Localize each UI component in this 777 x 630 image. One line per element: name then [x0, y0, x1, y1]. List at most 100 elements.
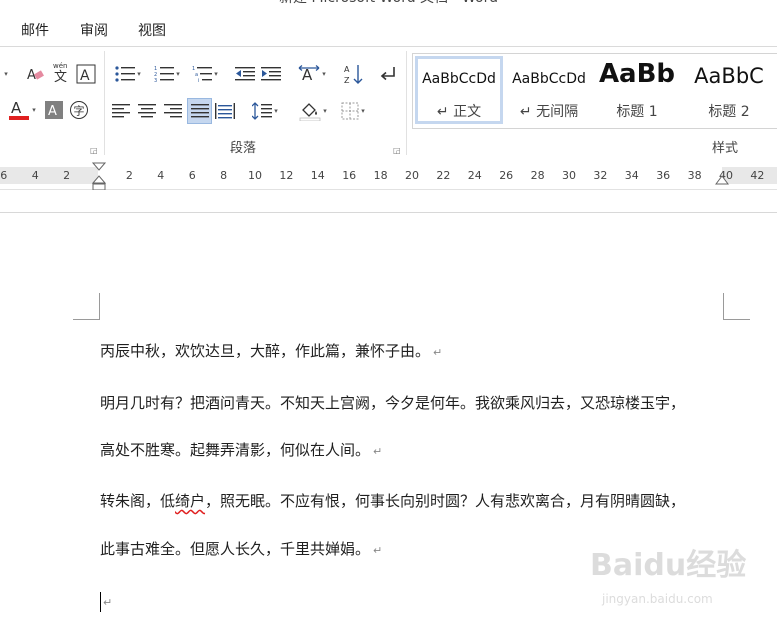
- text-line[interactable]: 此事古难全。但愿人长久，千里共婵娟。 ↵: [100, 539, 382, 561]
- svg-text:A: A: [48, 104, 57, 119]
- styles-group-label: 样式: [712, 141, 739, 156]
- ruler-number: 16: [342, 169, 357, 182]
- ruler-spacer: [0, 190, 777, 213]
- style-heading-1-sample: AaBb: [598, 59, 676, 89]
- text-direction-icon[interactable]: A ▾: [295, 61, 329, 87]
- svg-text:A: A: [344, 65, 350, 74]
- svg-text:A: A: [302, 66, 313, 84]
- ruler-number: 36: [656, 169, 671, 182]
- decrease-indent-icon[interactable]: [234, 63, 256, 85]
- line-text: ，照无眠。不应有恨，何事长向别时圆？人有悲欢离合，月有阴晴圆缺，: [205, 492, 686, 510]
- clear-formatting-icon[interactable]: A: [24, 63, 46, 85]
- ruler-number: 14: [310, 169, 325, 182]
- font-dialog-launcher-icon[interactable]: ◲: [90, 147, 98, 155]
- ruler-number: 4: [31, 169, 39, 182]
- paragraph-group-label: 段落: [230, 141, 257, 156]
- ribbon-tabs: 邮件 审阅 视图: [0, 18, 777, 44]
- svg-text:A: A: [80, 68, 90, 84]
- align-center-icon[interactable]: [136, 100, 158, 122]
- ruler-number: 18: [373, 169, 388, 182]
- group-separator: [104, 51, 105, 155]
- style-no-spacing[interactable]: AaBbCcDd ↵ 无间隔: [505, 56, 593, 124]
- crop-mark-top-right: [723, 293, 750, 320]
- svg-text:wén: wén: [53, 62, 67, 70]
- line-text: 转朱阁，低: [100, 492, 176, 510]
- style-normal[interactable]: AaBbCcDd ↵ 正文: [415, 56, 503, 124]
- style-heading-1-name: 标题 1: [616, 104, 658, 120]
- phonetic-guide-icon[interactable]: wén 文: [50, 59, 72, 85]
- ruler-number: 26: [499, 169, 514, 182]
- ruler-number: 8: [220, 169, 228, 182]
- sort-icon[interactable]: AZ: [342, 61, 366, 87]
- align-right-icon[interactable]: [162, 100, 184, 122]
- tab-mailings[interactable]: 邮件: [21, 18, 49, 44]
- enclose-characters-icon[interactable]: 字: [68, 99, 90, 121]
- show-hide-marks-icon[interactable]: [376, 61, 400, 87]
- ruler-number: 42: [750, 169, 765, 182]
- line-text: 明月几时有？把酒问青天。不知天上宫阙，今夕是何年。我欲乘风归去，又恐琼楼玉宇，: [100, 394, 686, 412]
- style-heading-1[interactable]: AaBb 标题 1: [597, 56, 677, 124]
- svg-text:A: A: [11, 99, 22, 117]
- paragraph-dialog-launcher-icon[interactable]: ◲: [393, 147, 401, 155]
- text-line[interactable]: 丙辰中秋，欢饮达旦，大醉，作此篇，兼怀子由。 ↵: [100, 341, 442, 363]
- align-left-icon[interactable]: [110, 100, 132, 122]
- tab-review[interactable]: 审阅: [80, 18, 108, 44]
- style-heading-2-sample: AaBbC: [694, 64, 764, 88]
- line-text: 高处不胜寒。起舞弄清影，何似在人间。: [100, 441, 371, 459]
- ruler-number: 4: [157, 169, 165, 182]
- line-spacing-icon[interactable]: ▾: [248, 100, 282, 122]
- character-border-icon[interactable]: A: [75, 63, 97, 85]
- font-size-dropdown-icon[interactable]: ▾: [0, 63, 10, 85]
- style-normal-sample: AaBbCcDd: [422, 71, 496, 87]
- ruler-number: 6: [0, 169, 8, 182]
- line-text: 此事古难全。但愿人长久，千里共婵娟。: [100, 540, 371, 558]
- ruler-number: 30: [562, 169, 576, 182]
- ribbon: ▾ A wén 文 A A ▾ A 字 ▾ 1 2 3 ▾ 1 a i ▾ A ▾ AZ: [0, 46, 777, 162]
- increase-indent-icon[interactable]: [260, 63, 282, 85]
- bullets-icon[interactable]: ▾: [111, 63, 145, 85]
- crop-mark-top-left: [73, 293, 100, 320]
- horizontal-ruler[interactable]: 6 4 2 2 4 6 8 10 12 14 16 18 20 22 24 26 28 30 32 34 36 38 40 4…: [0, 161, 777, 191]
- ruler-number: 12: [279, 169, 294, 182]
- window-title: 新建 Microsoft Word 文档 - Word: [0, 0, 777, 8]
- style-heading-2[interactable]: AaBbC 标题 2: [685, 56, 773, 124]
- text-line[interactable]: 明月几时有？把酒问青天。不知天上宫阙，今夕是何年。我欲乘风归去，又恐琼楼玉宇，: [100, 393, 685, 413]
- svg-text:Z: Z: [344, 76, 350, 85]
- numbering-icon[interactable]: 1 2 3 ▾: [150, 63, 184, 85]
- ruler-number: 6: [188, 169, 196, 182]
- shading-icon[interactable]: ▾: [296, 100, 330, 122]
- tab-view[interactable]: 视图: [138, 18, 166, 44]
- borders-icon[interactable]: ▾: [336, 100, 370, 122]
- ruler-number: 24: [467, 169, 482, 182]
- spelling-error-word[interactable]: 绮户: [175, 492, 205, 510]
- group-separator: [406, 51, 407, 155]
- watermark-text: Baidu经验: [590, 548, 747, 583]
- styles-gallery: AaBbCcDd ↵ 正文 AaBbCcDd ↵ 无间隔 AaBb 标题 1 A…: [412, 53, 777, 129]
- paragraph-mark-icon: ↵: [103, 596, 113, 609]
- style-normal-name: ↵ 正文: [436, 104, 482, 120]
- svg-text:i: i: [198, 78, 199, 83]
- text-line[interactable]: 转朱阁，低绮户，照无眠。不应有恨，何事长向别时圆？人有悲欢离合，月有阴晴圆缺，: [100, 491, 685, 511]
- ruler-number: 2: [125, 169, 133, 182]
- justify-icon[interactable]: [187, 98, 212, 124]
- first-line-indent-marker[interactable]: [92, 161, 106, 191]
- right-indent-marker[interactable]: [715, 173, 729, 185]
- text-line-empty[interactable]: ↵: [100, 591, 112, 613]
- font-color-button[interactable]: A ▾: [4, 99, 40, 121]
- ruler-number: 22: [436, 169, 451, 182]
- ruler-number: 10: [248, 169, 262, 182]
- baidu-watermark: Baidu经验 jingyan.baidu.com: [590, 540, 770, 610]
- ruler-number: 38: [687, 169, 702, 182]
- paragraph-mark-icon: ↵: [373, 544, 383, 557]
- watermark-url: jingyan.baidu.com: [602, 592, 713, 606]
- ruler-number: 20: [405, 169, 419, 182]
- multilevel-list-icon[interactable]: 1 a i ▾: [188, 63, 222, 85]
- style-no-spacing-sample: AaBbCcDd: [512, 71, 586, 87]
- distributed-align-icon[interactable]: [214, 100, 236, 122]
- svg-text:字: 字: [74, 104, 85, 118]
- svg-text:文: 文: [54, 70, 67, 84]
- text-line[interactable]: 高处不胜寒。起舞弄清影，何似在人间。 ↵: [100, 440, 382, 462]
- paragraph-mark-icon: ↵: [433, 346, 443, 359]
- character-shading-icon[interactable]: A: [44, 99, 64, 121]
- style-no-spacing-name: ↵ 无间隔: [519, 104, 579, 120]
